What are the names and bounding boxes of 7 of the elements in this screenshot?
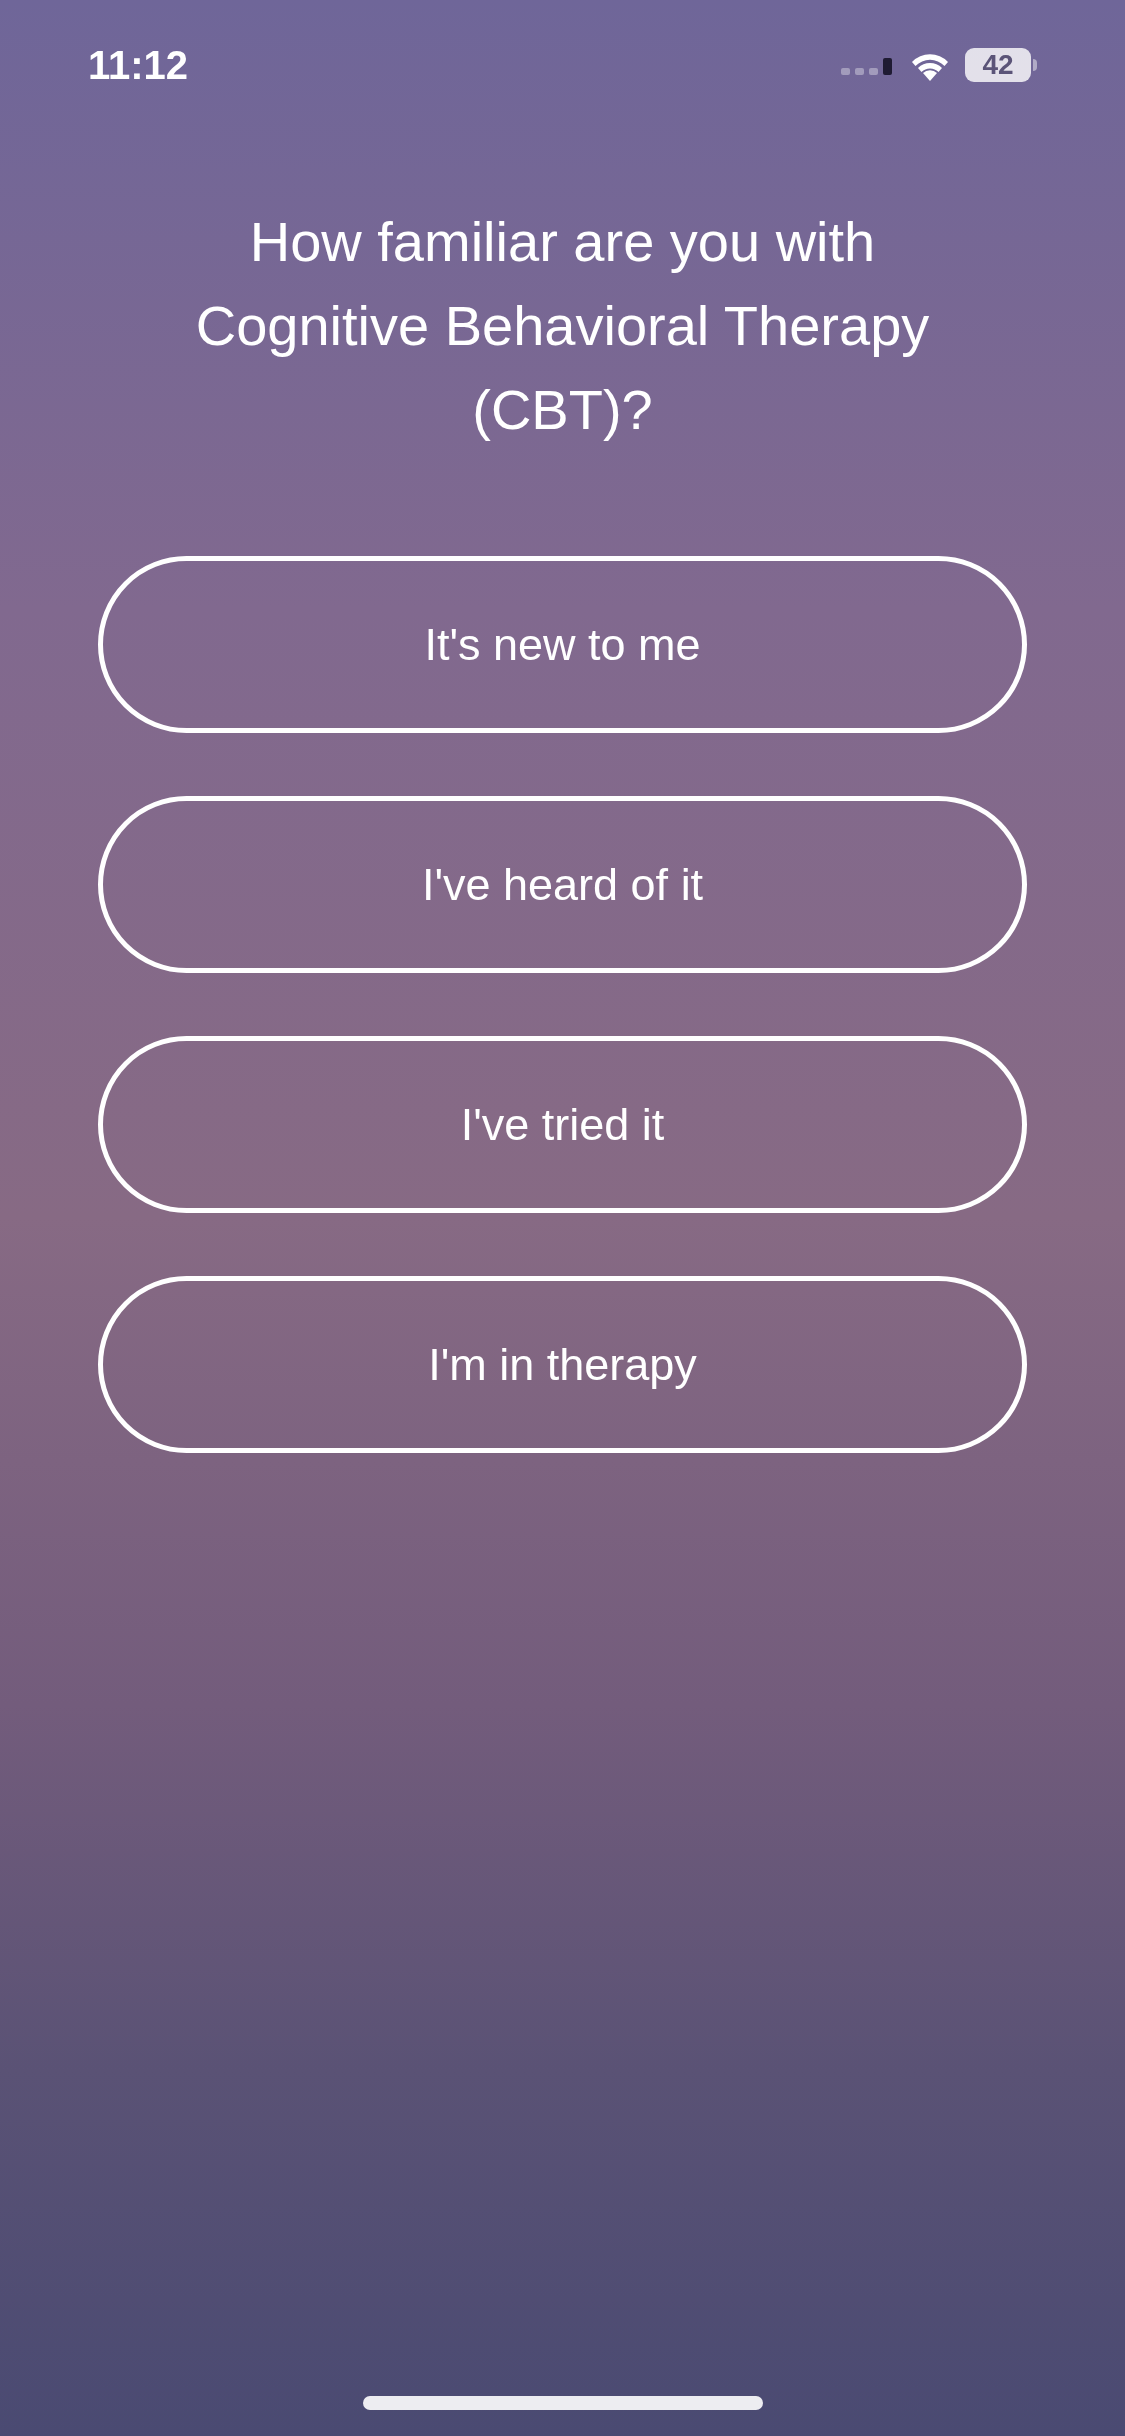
answer-option[interactable]: It's new to me bbox=[98, 556, 1027, 733]
answer-option[interactable]: I've tried it bbox=[98, 1036, 1027, 1213]
question-heading: How familiar are you with Cognitive Behavioral Therapy (CBT)? bbox=[194, 209, 931, 443]
status-time: 11:12 bbox=[88, 42, 189, 89]
answer-option[interactable]: I'm in therapy bbox=[98, 1276, 1027, 1453]
signal-icon bbox=[841, 55, 895, 75]
answer-option[interactable]: I've heard of it bbox=[98, 796, 1027, 973]
